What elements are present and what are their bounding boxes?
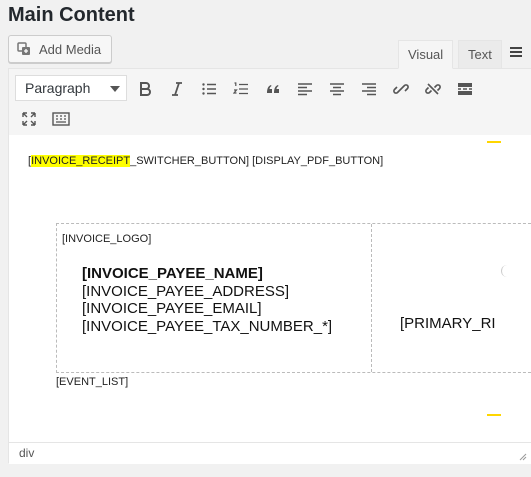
tab-text[interactable]: Text <box>458 40 502 69</box>
align-center-icon[interactable] <box>325 77 349 101</box>
resize-handle-icon[interactable] <box>518 452 527 461</box>
align-right-icon[interactable] <box>357 77 381 101</box>
status-bar: div <box>9 442 531 464</box>
element-path[interactable]: div <box>19 446 34 460</box>
add-media-button[interactable]: Add Media <box>8 35 113 63</box>
event-list-shortcode: [EVENT_LIST] <box>56 376 129 388</box>
read-more-icon[interactable] <box>453 77 477 101</box>
invoice-logo-shortcode: [INVOICE_LOGO] <box>62 233 152 245</box>
editor-toolbar: Paragraph <box>9 69 531 136</box>
add-media-icon <box>17 41 33 57</box>
page-title: Main Content <box>8 4 135 26</box>
add-media-label: Add Media <box>39 41 102 57</box>
format-select-value: Paragraph <box>25 80 91 96</box>
table-divider <box>371 224 372 372</box>
highlighted-shortcode: INVOICE_RECEIPT <box>31 155 131 167</box>
bottom-marker <box>487 414 501 416</box>
editor: Paragraph [INVOICE_RECEIPT_SWITCHER_BUTT… <box>8 68 531 464</box>
tab-visual[interactable]: Visual <box>398 40 454 69</box>
payee-name: [INVOICE_PAYEE_NAME] <box>82 265 263 282</box>
invoice-table: [INVOICE_LOGO] [INVOICE_PAYEE_NAME] [INV… <box>56 223 531 373</box>
payee-block: [INVOICE_PAYEE_NAME] [INVOICE_PAYEE_ADDR… <box>82 265 332 335</box>
numbered-list-icon[interactable] <box>229 77 253 101</box>
payee-email: [INVOICE_PAYEE_EMAIL] <box>82 300 262 317</box>
remove-link-icon[interactable] <box>421 77 445 101</box>
editor-content[interactable]: [INVOICE_RECEIPT_SWITCHER_BUTTON] [DISPL… <box>9 135 531 442</box>
shortcode-rest: _SWITCHER_BUTTON] [DISPLAY_PDF_BUTTON] <box>130 155 384 167</box>
chevron-down-icon <box>110 86 120 92</box>
fullscreen-icon[interactable] <box>17 107 41 131</box>
insert-link-icon[interactable] <box>389 77 413 101</box>
payee-address: [INVOICE_PAYEE_ADDRESS] <box>82 282 290 300</box>
toolbar-toggle-icon[interactable] <box>49 107 73 131</box>
menu-icon[interactable] <box>508 44 524 60</box>
format-select[interactable]: Paragraph <box>15 75 127 101</box>
primary-shortcode: [PRIMARY_RI <box>400 315 496 332</box>
align-left-icon[interactable] <box>293 77 317 101</box>
blockquote-icon[interactable] <box>261 77 285 101</box>
bullet-list-icon[interactable] <box>197 77 221 101</box>
partial-glyph <box>501 265 508 277</box>
bold-icon[interactable] <box>133 77 157 101</box>
italic-icon[interactable] <box>165 77 189 101</box>
top-marker <box>487 141 501 143</box>
payee-tax-number: [INVOICE_PAYEE_TAX_NUMBER_*] <box>82 317 333 335</box>
shortcode-line: [INVOICE_RECEIPT_SWITCHER_BUTTON] [DISPL… <box>28 155 383 167</box>
